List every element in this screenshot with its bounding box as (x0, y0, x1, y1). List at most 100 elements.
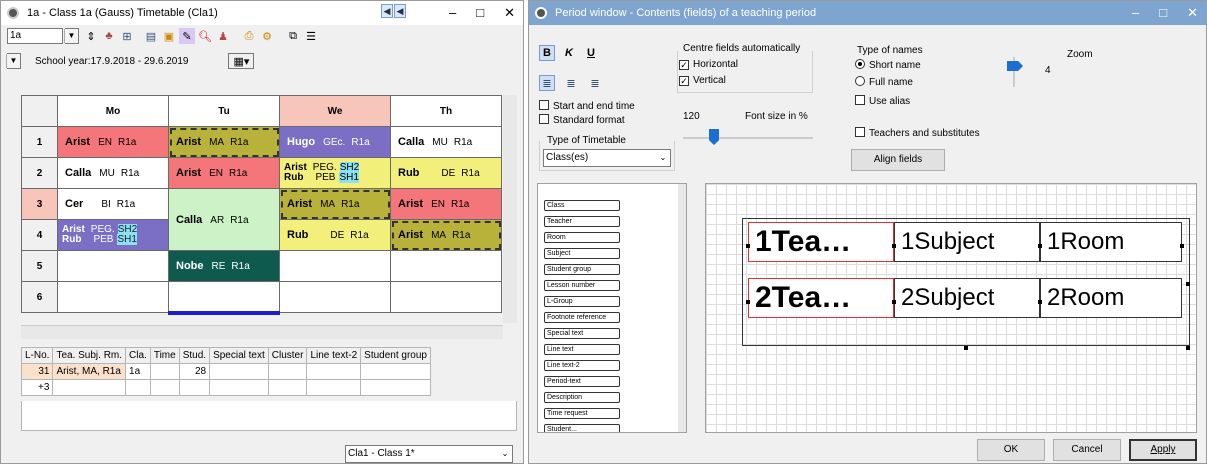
underline-button[interactable]: U (583, 45, 599, 61)
edit-icon[interactable]: ✎ (179, 28, 195, 44)
field-item[interactable]: Line text-2 (544, 360, 620, 371)
period-header[interactable]: 5 (21, 250, 58, 282)
col-header[interactable]: Line text-2 (306, 347, 362, 364)
lesson-cell[interactable]: Arist MA R1a (168, 126, 280, 158)
start-end-option[interactable]: Start and end time (539, 100, 635, 112)
lesson-cell[interactable]: Arist EN R1a (57, 126, 169, 158)
maximize-icon[interactable]: □ (1159, 5, 1167, 21)
class-dropdown[interactable]: ▼ (64, 28, 79, 44)
col-header[interactable]: Time (149, 347, 180, 364)
field-item[interactable]: L-Group (544, 296, 620, 307)
prev2-icon[interactable]: ◀ (394, 4, 406, 18)
copy-icon[interactable]: ▤ (143, 28, 159, 44)
day-header[interactable]: Th (390, 95, 502, 127)
field-box-subj1[interactable]: 1Subject (894, 222, 1040, 262)
user-icon[interactable]: ♟ (215, 28, 231, 44)
field-item[interactable]: Teacher (544, 216, 620, 227)
day-header[interactable]: Tu (168, 95, 280, 127)
resize-handle[interactable] (1186, 282, 1190, 286)
align-right-icon[interactable]: ≣ (587, 75, 603, 91)
empty-cell[interactable] (279, 250, 391, 282)
lesson-cell[interactable]: Rub DE R1a (279, 219, 391, 251)
empty-cell[interactable] (390, 281, 502, 313)
font-size-slider[interactable] (683, 129, 813, 149)
minimize-icon[interactable]: – (449, 5, 456, 21)
empty-cell[interactable] (168, 281, 280, 315)
col-header[interactable]: Student group (360, 347, 431, 364)
short-name-option[interactable]: Short name (855, 59, 921, 71)
lesson-cell[interactable]: Arist EN R1a (390, 188, 502, 220)
grid-vscrollbar[interactable] (503, 95, 517, 323)
lesson-cell[interactable]: Calla MU R1a (390, 126, 502, 158)
zoom-thumb[interactable] (1007, 61, 1023, 71)
field-item[interactable]: Special text (544, 328, 620, 339)
close-icon[interactable]: ✕ (1187, 5, 1198, 21)
col-header[interactable]: Special text (209, 347, 269, 364)
cancel-button[interactable]: Cancel (1053, 439, 1121, 461)
align-fields-button[interactable]: Align fields (851, 149, 945, 171)
zoom-slider[interactable] (1007, 55, 1033, 91)
lesson-cell[interactable]: Nobe RE R1a (168, 250, 280, 282)
timetable-titlebar[interactable]: 1a - Class 1a (Gauss) Timetable (Cla1) ◀… (1, 1, 523, 25)
settings-icon[interactable]: ⚙ (259, 28, 275, 44)
lesson-cell[interactable]: Arist MA R1a (390, 219, 502, 251)
align-center-icon[interactable]: ≣ (563, 75, 579, 91)
lesson-cell-split[interactable]: Arist PEG. SH2 Rub PEB SH1 (57, 219, 169, 251)
period-header[interactable]: 1 (21, 126, 58, 158)
field-item[interactable]: Student... (544, 424, 620, 432)
spin-icon[interactable]: ⇕ (83, 28, 99, 44)
font-size-thumb[interactable] (709, 129, 719, 145)
maximize-icon[interactable]: □ (476, 5, 484, 21)
col-header[interactable]: Tea. Subj. Rm. (52, 347, 127, 364)
resize-handle[interactable] (1038, 244, 1042, 248)
cluster-icon[interactable]: ⧉ (285, 28, 301, 44)
grid-icon[interactable]: ⊞ (119, 28, 135, 44)
list-icon[interactable]: ☰ (303, 28, 319, 44)
field-item[interactable]: Class (544, 200, 620, 211)
lesson-cell[interactable]: Arist EN R1a (168, 157, 280, 189)
lock-icon[interactable]: ▣ (161, 28, 177, 44)
apply-button[interactable]: Apply (1129, 439, 1197, 461)
col-header[interactable]: Cla. (125, 347, 151, 364)
use-alias-option[interactable]: Use alias (855, 95, 910, 107)
type-timetable-select[interactable]: Class(es) ⌄ (543, 149, 671, 167)
field-box-subj2[interactable]: 2Subject (894, 278, 1040, 318)
bold-button[interactable]: B (539, 45, 555, 61)
horizontal-option[interactable]: ✓ Horizontal (679, 59, 738, 70)
period-header[interactable]: 3 (21, 188, 58, 220)
col-header[interactable]: Stud. (178, 347, 211, 364)
period-header[interactable]: 2 (21, 157, 58, 189)
field-item[interactable]: Description (544, 392, 620, 403)
field-item[interactable]: Lesson number (544, 280, 620, 291)
italic-button[interactable]: K (561, 45, 577, 61)
empty-cell[interactable] (57, 250, 169, 282)
field-list-scrollbar[interactable] (678, 184, 686, 432)
class-select[interactable]: 1a (7, 28, 63, 44)
field-item[interactable]: Period-text (544, 376, 620, 387)
period-header[interactable]: 6 (21, 281, 58, 313)
resize-handle[interactable] (746, 244, 750, 248)
day-header[interactable]: Mo (57, 95, 169, 127)
field-item[interactable]: Line text (544, 344, 620, 355)
lesson-cell-split[interactable]: Arist PEG. SH2 Rub PEB SH1 (279, 157, 391, 189)
align-left-icon[interactable]: ≣ (539, 75, 555, 91)
grid-hscrollbar[interactable] (21, 325, 503, 339)
table-row[interactable]: +3 (20, 379, 431, 396)
resize-handle[interactable] (964, 346, 968, 350)
minimize-icon[interactable]: – (1132, 5, 1139, 21)
col-header[interactable]: L-No. (20, 347, 54, 364)
lesson-cell[interactable]: Cer BI R1a (57, 188, 169, 220)
empty-cell[interactable] (390, 250, 502, 282)
col-header[interactable]: Cluster (267, 347, 308, 364)
close-icon[interactable]: ✕ (504, 5, 515, 21)
vertical-option[interactable]: ✓ Vertical (679, 75, 726, 86)
year-dropdown[interactable]: ▼ (6, 53, 21, 69)
table-row[interactable]: 31 Arist, MA, R1a 1a 28 (20, 363, 431, 380)
search-icon[interactable]: 🔍︎ (197, 28, 213, 44)
lesson-cell[interactable]: Rub DE R1a (390, 157, 502, 189)
period-header[interactable]: 4 (21, 219, 58, 251)
resize-handle[interactable] (1186, 346, 1190, 350)
field-item[interactable]: Time request (544, 408, 620, 419)
resize-handle[interactable] (1038, 300, 1042, 304)
teachers-subs-option[interactable]: Teachers and substitutes (855, 127, 980, 139)
